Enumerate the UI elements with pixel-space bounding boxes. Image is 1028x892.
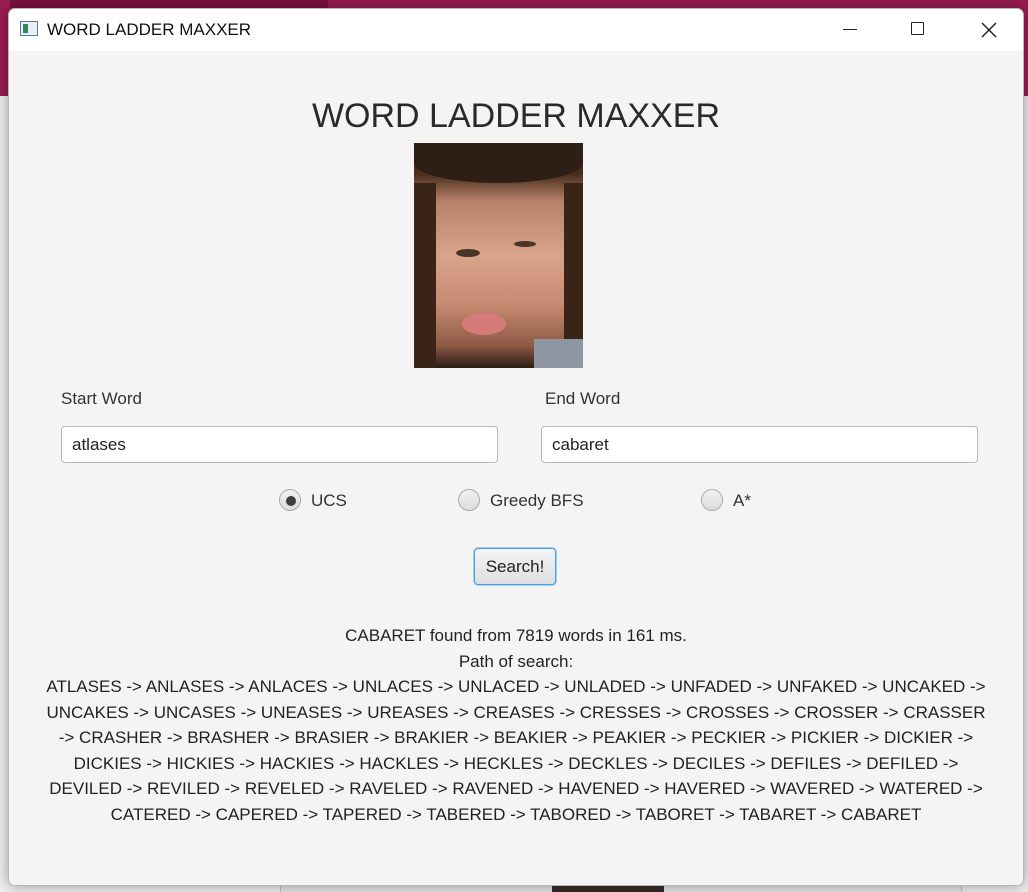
radio-button-selected[interactable]	[279, 489, 301, 511]
page-title: WORD LADDER MAXXER	[311, 97, 721, 135]
start-word-input[interactable]	[61, 426, 498, 463]
end-word-input[interactable]	[541, 426, 978, 463]
portrait-photo	[414, 143, 583, 368]
maximize-button[interactable]	[883, 9, 953, 51]
result-panel: CABARET found from 7819 words in 161 ms.…	[43, 623, 989, 827]
start-word-label: Start Word	[61, 389, 142, 408]
radio-button[interactable]	[701, 489, 723, 511]
search-path: ATLASES -> ANLASES -> ANLACES -> UNLACES…	[46, 677, 986, 824]
radio-label: Greedy BFS	[490, 491, 584, 510]
close-button[interactable]	[953, 9, 1023, 51]
path-label: Path of search:	[458, 651, 574, 671]
window-title: WORD LADDER MAXXER	[47, 20, 252, 39]
radio-button[interactable]	[458, 489, 480, 511]
app-icon	[20, 21, 38, 36]
end-word-label: End Word	[545, 389, 621, 408]
close-icon	[981, 22, 997, 38]
app-window: WORD LADDER MAXXER WORD LADDER MAXXER St…	[8, 8, 1024, 886]
result-summary: CABARET found from 7819 words in 161 ms.	[345, 626, 687, 645]
radio-label: A*	[733, 491, 751, 510]
background-browser-tab	[10, 0, 328, 8]
search-button[interactable]: Search!	[474, 548, 556, 585]
minimize-button[interactable]	[815, 9, 885, 51]
radio-label: UCS	[311, 491, 347, 510]
title-bar[interactable]: WORD LADDER MAXXER	[9, 9, 1023, 51]
